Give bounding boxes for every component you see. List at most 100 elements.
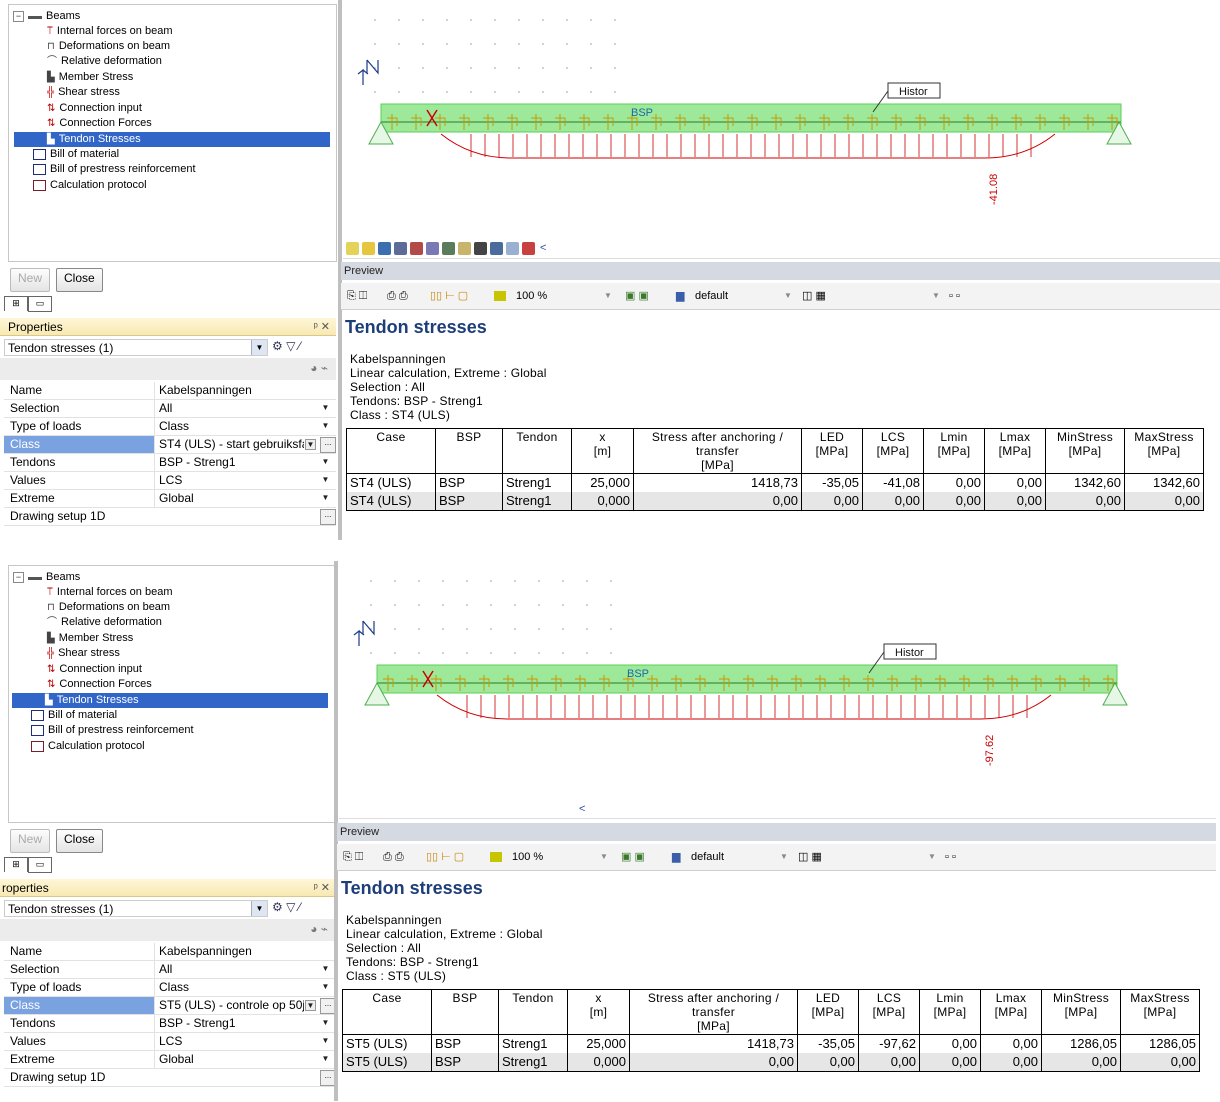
property-row[interactable]: Selection All ▼ <box>4 961 336 979</box>
window-tab-icon[interactable]: ▭ <box>28 296 52 312</box>
print-icon[interactable]: ⎙ ⎙ <box>387 289 408 303</box>
chevron-down-icon[interactable]: ▼ <box>321 964 330 973</box>
chevron-down-icon[interactable]: ▼ <box>932 289 940 303</box>
tree-item-relative-deformation[interactable]: ⌒ Relative deformation <box>47 615 162 630</box>
pin-close-icon[interactable]: ᵖ ✕ <box>314 318 330 336</box>
columns-icon[interactable]: ◫ ▦ <box>798 850 822 864</box>
tree-item-shear-stress[interactable]: ╬ Shear stress <box>47 646 120 661</box>
chevron-down-icon[interactable]: ▼ <box>928 850 936 864</box>
grid-red-icon[interactable] <box>522 241 535 255</box>
tree-item-internal-forces[interactable]: ⟙ Internal forces on beam <box>47 24 173 39</box>
property-row[interactable]: Type of loads Class ▼ <box>4 979 336 997</box>
tree-item-relative-deformation[interactable]: ⌒ Relative deformation <box>47 54 162 69</box>
chevron-down-icon[interactable]: ▼ <box>321 457 330 466</box>
tree-item-connection-forces[interactable]: ⇅ Connection Forces <box>47 677 152 692</box>
mesh-icon[interactable] <box>458 241 471 255</box>
style-select[interactable]: default <box>695 289 728 303</box>
tree-item-connection-input[interactable]: ⇅ Connection input <box>47 662 142 677</box>
pencil-alt-icon[interactable] <box>362 241 375 255</box>
image-icon[interactable]: ▣ ▣ <box>625 289 649 303</box>
chevron-down-icon[interactable]: ▼ <box>321 493 330 502</box>
chevron-down-icon[interactable]: ▼ <box>321 403 330 412</box>
window-icon[interactable]: ▫ ▫ <box>945 850 956 864</box>
chevron-down-icon[interactable]: ▼ <box>780 850 788 864</box>
chevron-down-icon[interactable]: ▼ <box>321 1018 330 1027</box>
tree-item-bill-of-material[interactable]: Bill of material <box>33 147 119 162</box>
property-row[interactable]: Extreme Global ▼ <box>4 490 336 508</box>
tree-item-tendon-stresses[interactable]: ▙ Tendon Stresses <box>12 693 328 708</box>
dimension-icon[interactable] <box>394 241 407 255</box>
property-row[interactable]: Drawing setup 1D... <box>4 508 336 526</box>
ellipsis-button[interactable]: ... <box>320 509 336 525</box>
window-icon[interactable]: ▫ ▫ <box>949 289 960 303</box>
tree-item-member-stress[interactable]: ▙ Member Stress <box>47 70 133 85</box>
tree-item-bill-of-prestress[interactable]: Bill of prestress reinforcement <box>33 162 196 177</box>
person-icon[interactable] <box>378 241 391 255</box>
chart-icon[interactable] <box>410 241 423 255</box>
chevron-down-icon[interactable]: ▼ <box>305 1000 316 1011</box>
new-button[interactable]: New <box>10 268 51 292</box>
collapse-icon[interactable]: − <box>13 572 24 583</box>
property-row[interactable]: Extreme Global ▼ <box>4 1051 336 1069</box>
chevron-down-icon[interactable]: ▼ <box>321 1036 330 1045</box>
tree-item-member-stress[interactable]: ▙ Member Stress <box>47 631 133 646</box>
model-canvas[interactable]: N BSP Histor -41.08 <box>343 0 1220 236</box>
properties-selector[interactable]: Tendon stresses (1) ▼ <box>4 900 268 917</box>
tree-tab-icon[interactable]: ⊞ <box>4 857 28 872</box>
close-button[interactable]: Close <box>56 268 103 292</box>
page-layout-icon[interactable]: ▯▯ ⊢ ▢ <box>430 289 468 303</box>
image-icon[interactable]: ▣ ▣ <box>621 850 645 864</box>
pencil-icon[interactable] <box>346 241 359 255</box>
page-layout-icon[interactable]: ▯▯ ⊢ ▢ <box>426 850 464 864</box>
color-palette-icon[interactable]: ◕ ⌁ <box>310 922 328 936</box>
copy-icon[interactable]: ⎘ ◫ <box>347 289 367 303</box>
collapse-icon[interactable]: − <box>13 11 24 22</box>
tree-item-deformations[interactable]: ⊓ Deformations on beam <box>47 39 170 54</box>
chevron-down-icon[interactable]: ▼ <box>251 340 267 355</box>
print-icon[interactable]: ⎙ ⎙ <box>383 850 404 864</box>
table-icon[interactable] <box>474 241 487 255</box>
chevron-left-icon[interactable]: < <box>579 803 585 815</box>
zoom-value[interactable]: 100 % <box>516 289 547 303</box>
text-abc2-icon[interactable] <box>442 241 455 255</box>
chevron-down-icon[interactable]: ▼ <box>600 850 608 864</box>
property-row[interactable]: Values LCS ▼ <box>4 1033 336 1051</box>
tree-item-connection-forces[interactable]: ⇅ Connection Forces <box>47 116 152 131</box>
color-palette-icon[interactable]: ◕ ⌁ <box>310 361 328 375</box>
tree-item-tendon-stresses[interactable]: ▙ Tendon Stresses <box>14 132 330 147</box>
property-row[interactable]: Name Kabelspanningen <box>4 943 336 961</box>
tree-item-calculation-protocol[interactable]: Calculation protocol <box>31 739 145 754</box>
model-canvas[interactable]: N BSP Histor -97.62 <box>339 561 1216 797</box>
tree-item-bill-of-prestress[interactable]: Bill of prestress reinforcement <box>31 723 194 738</box>
chevron-down-icon[interactable]: ▼ <box>321 421 330 430</box>
tree-node-beams[interactable]: − Beams <box>13 570 80 585</box>
chevron-down-icon[interactable]: ▼ <box>305 439 316 450</box>
tree-tab-icon[interactable]: ⊞ <box>4 296 28 311</box>
property-row[interactable]: Drawing setup 1D... <box>4 1069 336 1087</box>
tree-node-beams[interactable]: − Beams <box>13 9 80 24</box>
close-button[interactable]: Close <box>56 829 103 853</box>
property-row[interactable]: Type of loads Class ▼ <box>4 418 336 436</box>
property-row[interactable]: Tendons BSP - Streng1 ▼ <box>4 1015 336 1033</box>
property-row[interactable]: Tendons BSP - Streng1 ▼ <box>4 454 336 472</box>
chevron-down-icon[interactable]: ▼ <box>604 289 612 303</box>
copy-icon[interactable]: ⎘ ◫ <box>343 850 363 864</box>
tree-item-deformations[interactable]: ⊓ Deformations on beam <box>47 600 170 615</box>
tree-item-connection-input[interactable]: ⇅ Connection input <box>47 101 142 116</box>
ellipsis-button[interactable]: ... <box>320 437 336 453</box>
text-abc-icon[interactable] <box>426 241 439 255</box>
property-row-class[interactable]: ClassST4 (ULS) - start gebruiksfase▼... <box>4 436 336 454</box>
tree-item-bill-of-material[interactable]: Bill of material <box>31 708 117 723</box>
report-icon[interactable] <box>490 241 503 255</box>
property-row[interactable]: Name Kabelspanningen <box>4 382 336 400</box>
property-row[interactable]: Values LCS ▼ <box>4 472 336 490</box>
style-select[interactable]: default <box>691 850 724 864</box>
tree-item-internal-forces[interactable]: ⟙ Internal forces on beam <box>47 585 173 600</box>
properties-selector[interactable]: Tendon stresses (1) ▼ <box>4 339 268 356</box>
new-button[interactable]: New <box>10 829 51 853</box>
chevron-down-icon[interactable]: ▼ <box>321 475 330 484</box>
chevron-down-icon[interactable]: ▼ <box>784 289 792 303</box>
chevron-down-icon[interactable]: ▼ <box>251 901 267 916</box>
window-tab-icon[interactable]: ▭ <box>28 857 52 873</box>
doc-icon[interactable] <box>506 241 519 255</box>
